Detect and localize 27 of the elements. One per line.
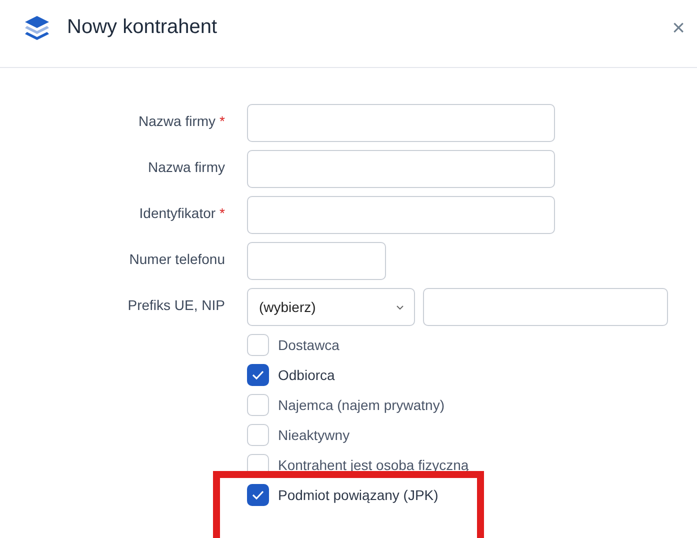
- prefix-select[interactable]: (wybierz): [247, 288, 415, 326]
- checkbox[interactable]: [247, 484, 269, 506]
- close-button[interactable]: ×: [672, 14, 685, 40]
- field-label: Nazwa firmy: [138, 113, 216, 131]
- checkbox-label: Dostawca: [278, 337, 340, 353]
- checkbox-label: Odbiorca: [278, 367, 335, 383]
- checkbox-label: Nieaktywny: [278, 427, 350, 443]
- dialog-title: Nowy kontrahent: [67, 16, 218, 39]
- required-mark: *: [220, 205, 225, 223]
- field-label: Identyfikator: [139, 205, 216, 223]
- field-label: Prefiks UE, NIP: [128, 297, 225, 315]
- checkbox[interactable]: [247, 364, 269, 386]
- field-label: Numer telefonu: [129, 251, 225, 269]
- required-mark: *: [220, 113, 225, 131]
- input-field[interactable]: [247, 104, 555, 142]
- input-field[interactable]: [423, 288, 668, 326]
- checkmark-icon: [252, 490, 264, 500]
- checkmark-icon: [252, 370, 264, 380]
- chevron-down-icon: [396, 304, 404, 310]
- checkbox-label: Najemca (najem prywatny): [278, 397, 444, 413]
- layers-icon: [23, 14, 51, 42]
- input-field[interactable]: [247, 150, 555, 188]
- field-label: Nazwa firmy: [148, 159, 225, 177]
- checkbox-label: Kontrahent jest osoba fizyczną: [278, 457, 469, 473]
- checkbox-label: Podmiot powiązany (JPK): [278, 487, 438, 503]
- input-field[interactable]: [247, 242, 386, 280]
- input-field[interactable]: [247, 196, 555, 234]
